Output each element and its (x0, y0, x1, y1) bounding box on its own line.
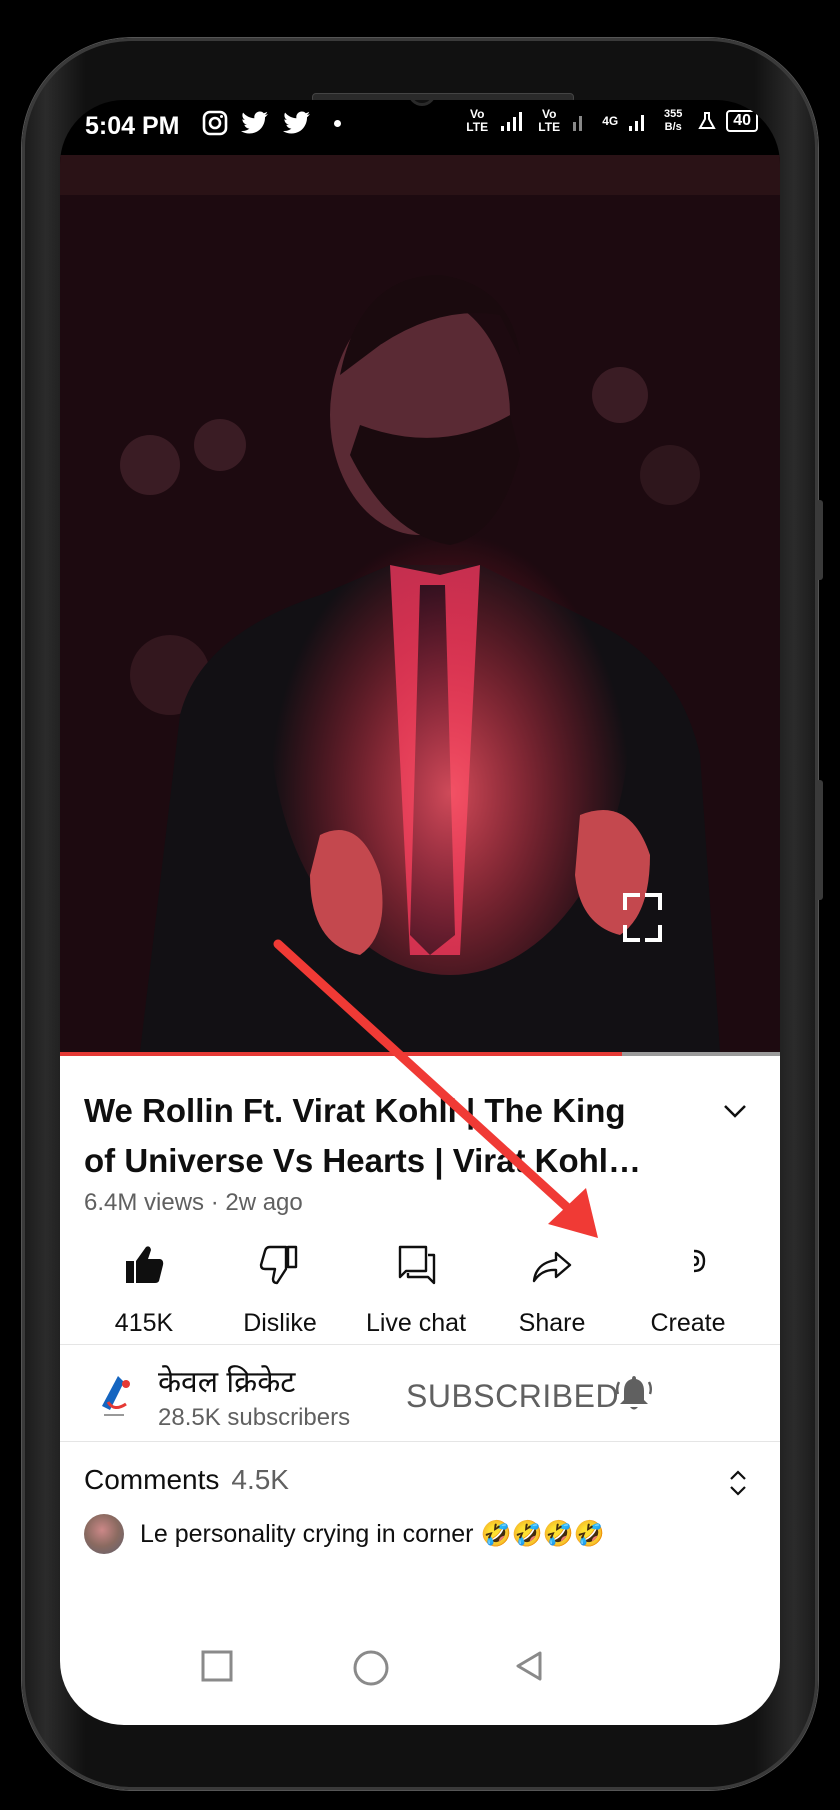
share-label: Share (518, 1309, 586, 1337)
status-time: 5:04 PM (85, 112, 180, 140)
share-icon (532, 1251, 572, 1283)
battery-icon: 40 (726, 110, 758, 132)
channel-subscribers: 28.5K subscribers (158, 1404, 351, 1431)
dislike-button[interactable]: Dislike (210, 1241, 350, 1338)
comments-count: 4.5K (231, 1464, 289, 1495)
home-icon[interactable] (352, 1649, 390, 1687)
live-chat-label: Live chat (365, 1309, 467, 1337)
power-button (816, 780, 823, 900)
signal-icon-sim2 (573, 116, 583, 131)
divider (60, 1344, 780, 1345)
channel-name[interactable]: केवल क्रिकेट (158, 1360, 295, 1401)
comment-text: Le personality crying in corner 🤣🤣🤣🤣 (140, 1520, 605, 1548)
twitter-icon (241, 111, 268, 134)
dislike-label: Dislike (243, 1309, 317, 1337)
camera-notch (360, 100, 480, 140)
subscribed-button[interactable]: SUBSCRIBED (406, 1378, 619, 1415)
divider (60, 1441, 780, 1442)
video-meta: 6.4M views · 2w ago (84, 1189, 303, 1216)
notification-bell-icon[interactable] (613, 1372, 655, 1414)
lab-flask-icon (698, 112, 716, 129)
network-4g-label: 4G (602, 114, 619, 128)
phone-screen: 5:04 PM Vo LTE Vo LTE 4G 355 B/s 40 We R… (60, 100, 780, 1725)
volte-label-1: Vo LTE (466, 107, 489, 134)
dislike-icon (259, 1245, 298, 1285)
like-button[interactable]: 415K (74, 1241, 214, 1338)
twitter-icon (283, 111, 310, 134)
create-label: Create (650, 1309, 726, 1337)
volte-label-2: Vo LTE (538, 107, 561, 134)
comments-label: Comments (84, 1464, 220, 1495)
system-status-icons: Vo LTE Vo LTE 4G 355 B/s 40 (464, 108, 758, 134)
notification-icons (202, 110, 341, 136)
volume-button (816, 500, 823, 580)
system-navigation-bar (60, 1631, 780, 1711)
back-icon[interactable] (512, 1649, 546, 1683)
signal-icon-4g (629, 115, 645, 131)
like-count: 415K (114, 1309, 174, 1337)
status-bar: 5:04 PM Vo LTE Vo LTE 4G 355 B/s 40 (60, 100, 780, 155)
share-button[interactable]: Share (482, 1241, 622, 1338)
channel-avatar[interactable] (88, 1368, 140, 1420)
battery-level: 40 (733, 112, 751, 129)
video-player[interactable] (60, 155, 780, 1052)
channel-row: केवल क्रिकेट 28.5K subscribers SUBSCRIBE… (60, 1346, 780, 1441)
expand-comments-icon[interactable] (726, 1466, 750, 1500)
more-notifications-dot (334, 119, 341, 127)
like-icon (126, 1246, 164, 1283)
action-bar: 415K Dislike Live chat Share Create (60, 1241, 780, 1341)
video-details-panel: We Rollin Ft. Virat Kohli | The King of … (60, 1056, 780, 1725)
signal-icon (501, 112, 523, 131)
video-title[interactable]: We Rollin Ft. Virat Kohli | The King of … (84, 1086, 644, 1186)
instagram-icon (202, 110, 228, 136)
recent-apps-icon[interactable] (200, 1649, 234, 1683)
commenter-avatar (84, 1514, 124, 1554)
create-button[interactable]: Create (618, 1241, 758, 1338)
live-chat-icon (398, 1245, 436, 1285)
create-icon (693, 1249, 706, 1273)
chevron-down-icon[interactable] (720, 1096, 750, 1126)
comments-header[interactable]: Comments 4.5K (84, 1464, 289, 1496)
video-title-line-1: We Rollin Ft. Virat Kohli | The King (84, 1092, 626, 1129)
video-title-line-2: of Universe Vs Hearts | Virat Kohli ... (84, 1142, 644, 1179)
comment-preview[interactable]: Le personality crying in corner 🤣🤣🤣🤣 (84, 1514, 764, 1564)
video-frame (60, 155, 780, 1052)
data-speed: 355 B/s (664, 108, 683, 133)
live-chat-button[interactable]: Live chat (346, 1241, 486, 1338)
